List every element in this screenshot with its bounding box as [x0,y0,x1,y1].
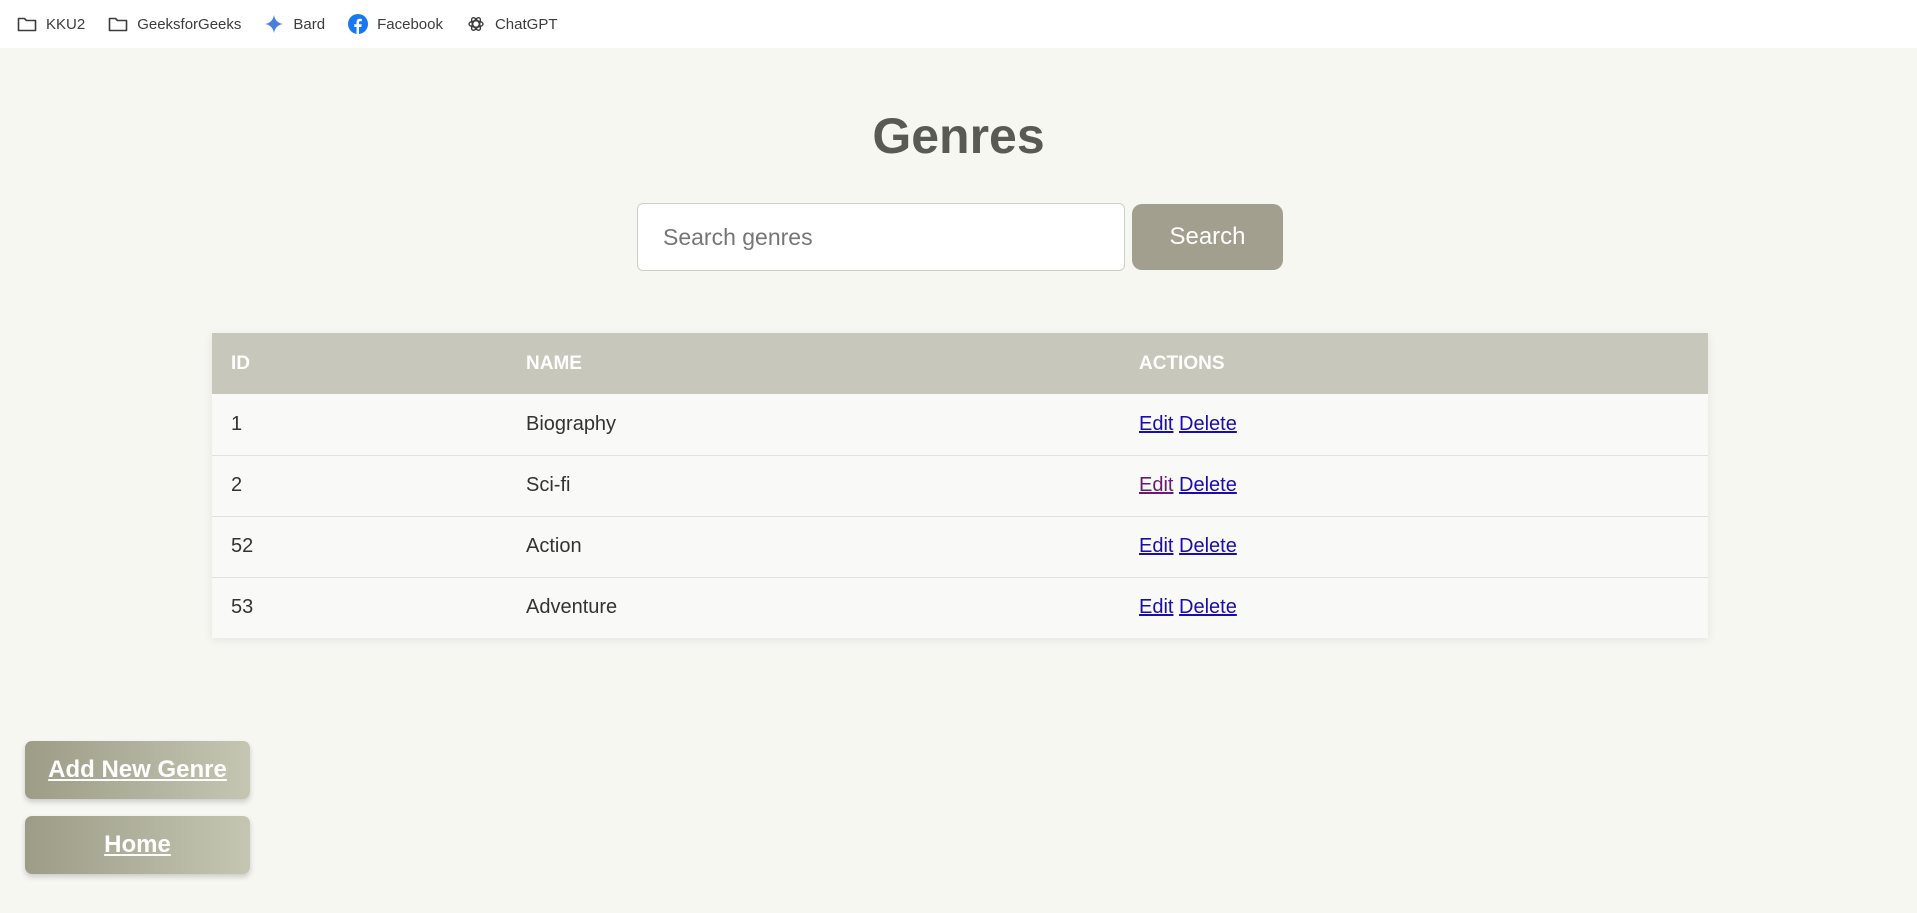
bookmark-label: KKU2 [46,15,86,33]
cell-name: Adventure [526,596,618,619]
bookmark-chatgpt[interactable]: ChatGPT [465,14,558,34]
bookmark-label: GeeksforGeeks [137,15,242,33]
column-header-name: NAME [526,352,582,374]
bookmarks-bar: KKU2 GeeksforGeeks Bard Facebook ChatGPT [0,0,1917,48]
bookmark-kku2[interactable]: KKU2 [16,14,85,34]
home-button[interactable]: Home [25,816,250,874]
cell-actions: Edit Delete [1120,577,1708,638]
bookmark-geeksforgeeks[interactable]: GeeksforGeeks [107,14,241,34]
search-button[interactable]: Search [1132,204,1283,270]
bookmark-bard[interactable]: Bard [263,14,325,34]
table-row: 53 Adventure Edit Delete [212,577,1708,638]
table-row: 2 Sci-fi Edit Delete [212,455,1708,516]
cell-name: Biography [526,412,617,435]
folder-icon [16,14,38,34]
table-header-row: ID NAME ACTIONS [212,333,1708,394]
cell-name: Action [526,535,582,557]
cell-actions: Edit Delete [1120,516,1708,577]
bookmark-label: ChatGPT [494,15,558,33]
bard-sparkle-icon [263,14,285,34]
bookmark-label: Bard [293,15,326,33]
chatgpt-icon [465,14,487,34]
delete-link[interactable]: Delete [1179,413,1237,435]
delete-link[interactable]: Delete [1179,596,1237,618]
bookmark-label: Facebook [377,15,443,33]
cell-actions: Edit Delete [1120,455,1708,516]
edit-link[interactable]: Edit [1139,535,1173,557]
add-new-genre-button[interactable]: Add New Genre [25,741,250,799]
page-title: Genres [872,108,1045,164]
facebook-icon [347,14,369,34]
column-header-id: ID [231,352,250,374]
delete-link[interactable]: Delete [1179,535,1237,557]
bookmark-facebook[interactable]: Facebook [347,14,443,34]
delete-link[interactable]: Delete [1179,474,1237,496]
edit-link[interactable]: Edit [1139,413,1173,435]
genres-table: ID NAME ACTIONS 1 Biography Edit Delete … [212,333,1708,638]
table-row: 52 Action Edit Delete [212,516,1708,577]
cell-name: Sci-fi [526,474,571,496]
table-row: 1 Biography Edit Delete [212,394,1708,455]
edit-link[interactable]: Edit [1139,596,1173,618]
folder-icon [107,14,129,34]
search-input[interactable] [637,203,1125,271]
cell-actions: Edit Delete [1120,394,1708,455]
cell-id: 1 [231,412,243,435]
cell-id: 52 [231,535,254,557]
cell-id: 53 [231,596,254,619]
column-header-actions: ACTIONS [1139,352,1225,374]
cell-id: 2 [231,474,243,496]
edit-link[interactable]: Edit [1139,474,1173,496]
